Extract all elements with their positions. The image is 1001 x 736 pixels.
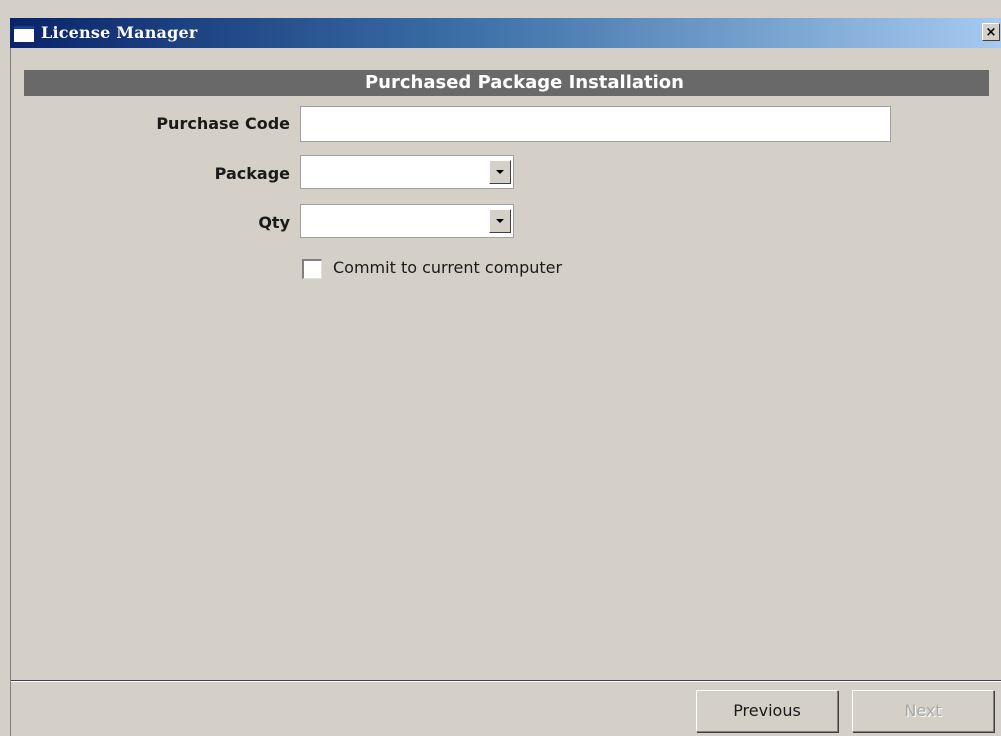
purchase-code-label: Purchase Code [156,114,290,133]
package-dropdown-button[interactable] [489,160,511,184]
next-button[interactable]: Next [852,690,994,732]
purchase-code-input[interactable] [300,106,891,142]
section-header: Purchased Package Installation [24,70,989,96]
window-border [10,48,11,736]
chevron-down-icon [496,219,504,223]
license-manager-window: License Manager × Purchased Package Inst… [0,0,1001,736]
package-label: Package [214,164,290,183]
close-button[interactable]: × [982,23,1000,41]
title-bar[interactable]: License Manager × [10,18,1001,48]
previous-button[interactable]: Previous [696,690,838,732]
window-title: License Manager [41,23,198,42]
qty-label: Qty [258,213,290,232]
qty-select[interactable] [300,204,514,238]
qty-dropdown-button[interactable] [489,209,511,233]
footer-divider [11,680,1001,682]
package-select[interactable] [300,155,514,189]
close-icon: × [985,24,997,40]
commit-checkbox-label[interactable]: Commit to current computer [333,258,562,277]
commit-checkbox[interactable] [302,259,322,279]
window-icon [14,26,34,42]
chevron-down-icon [496,170,504,174]
